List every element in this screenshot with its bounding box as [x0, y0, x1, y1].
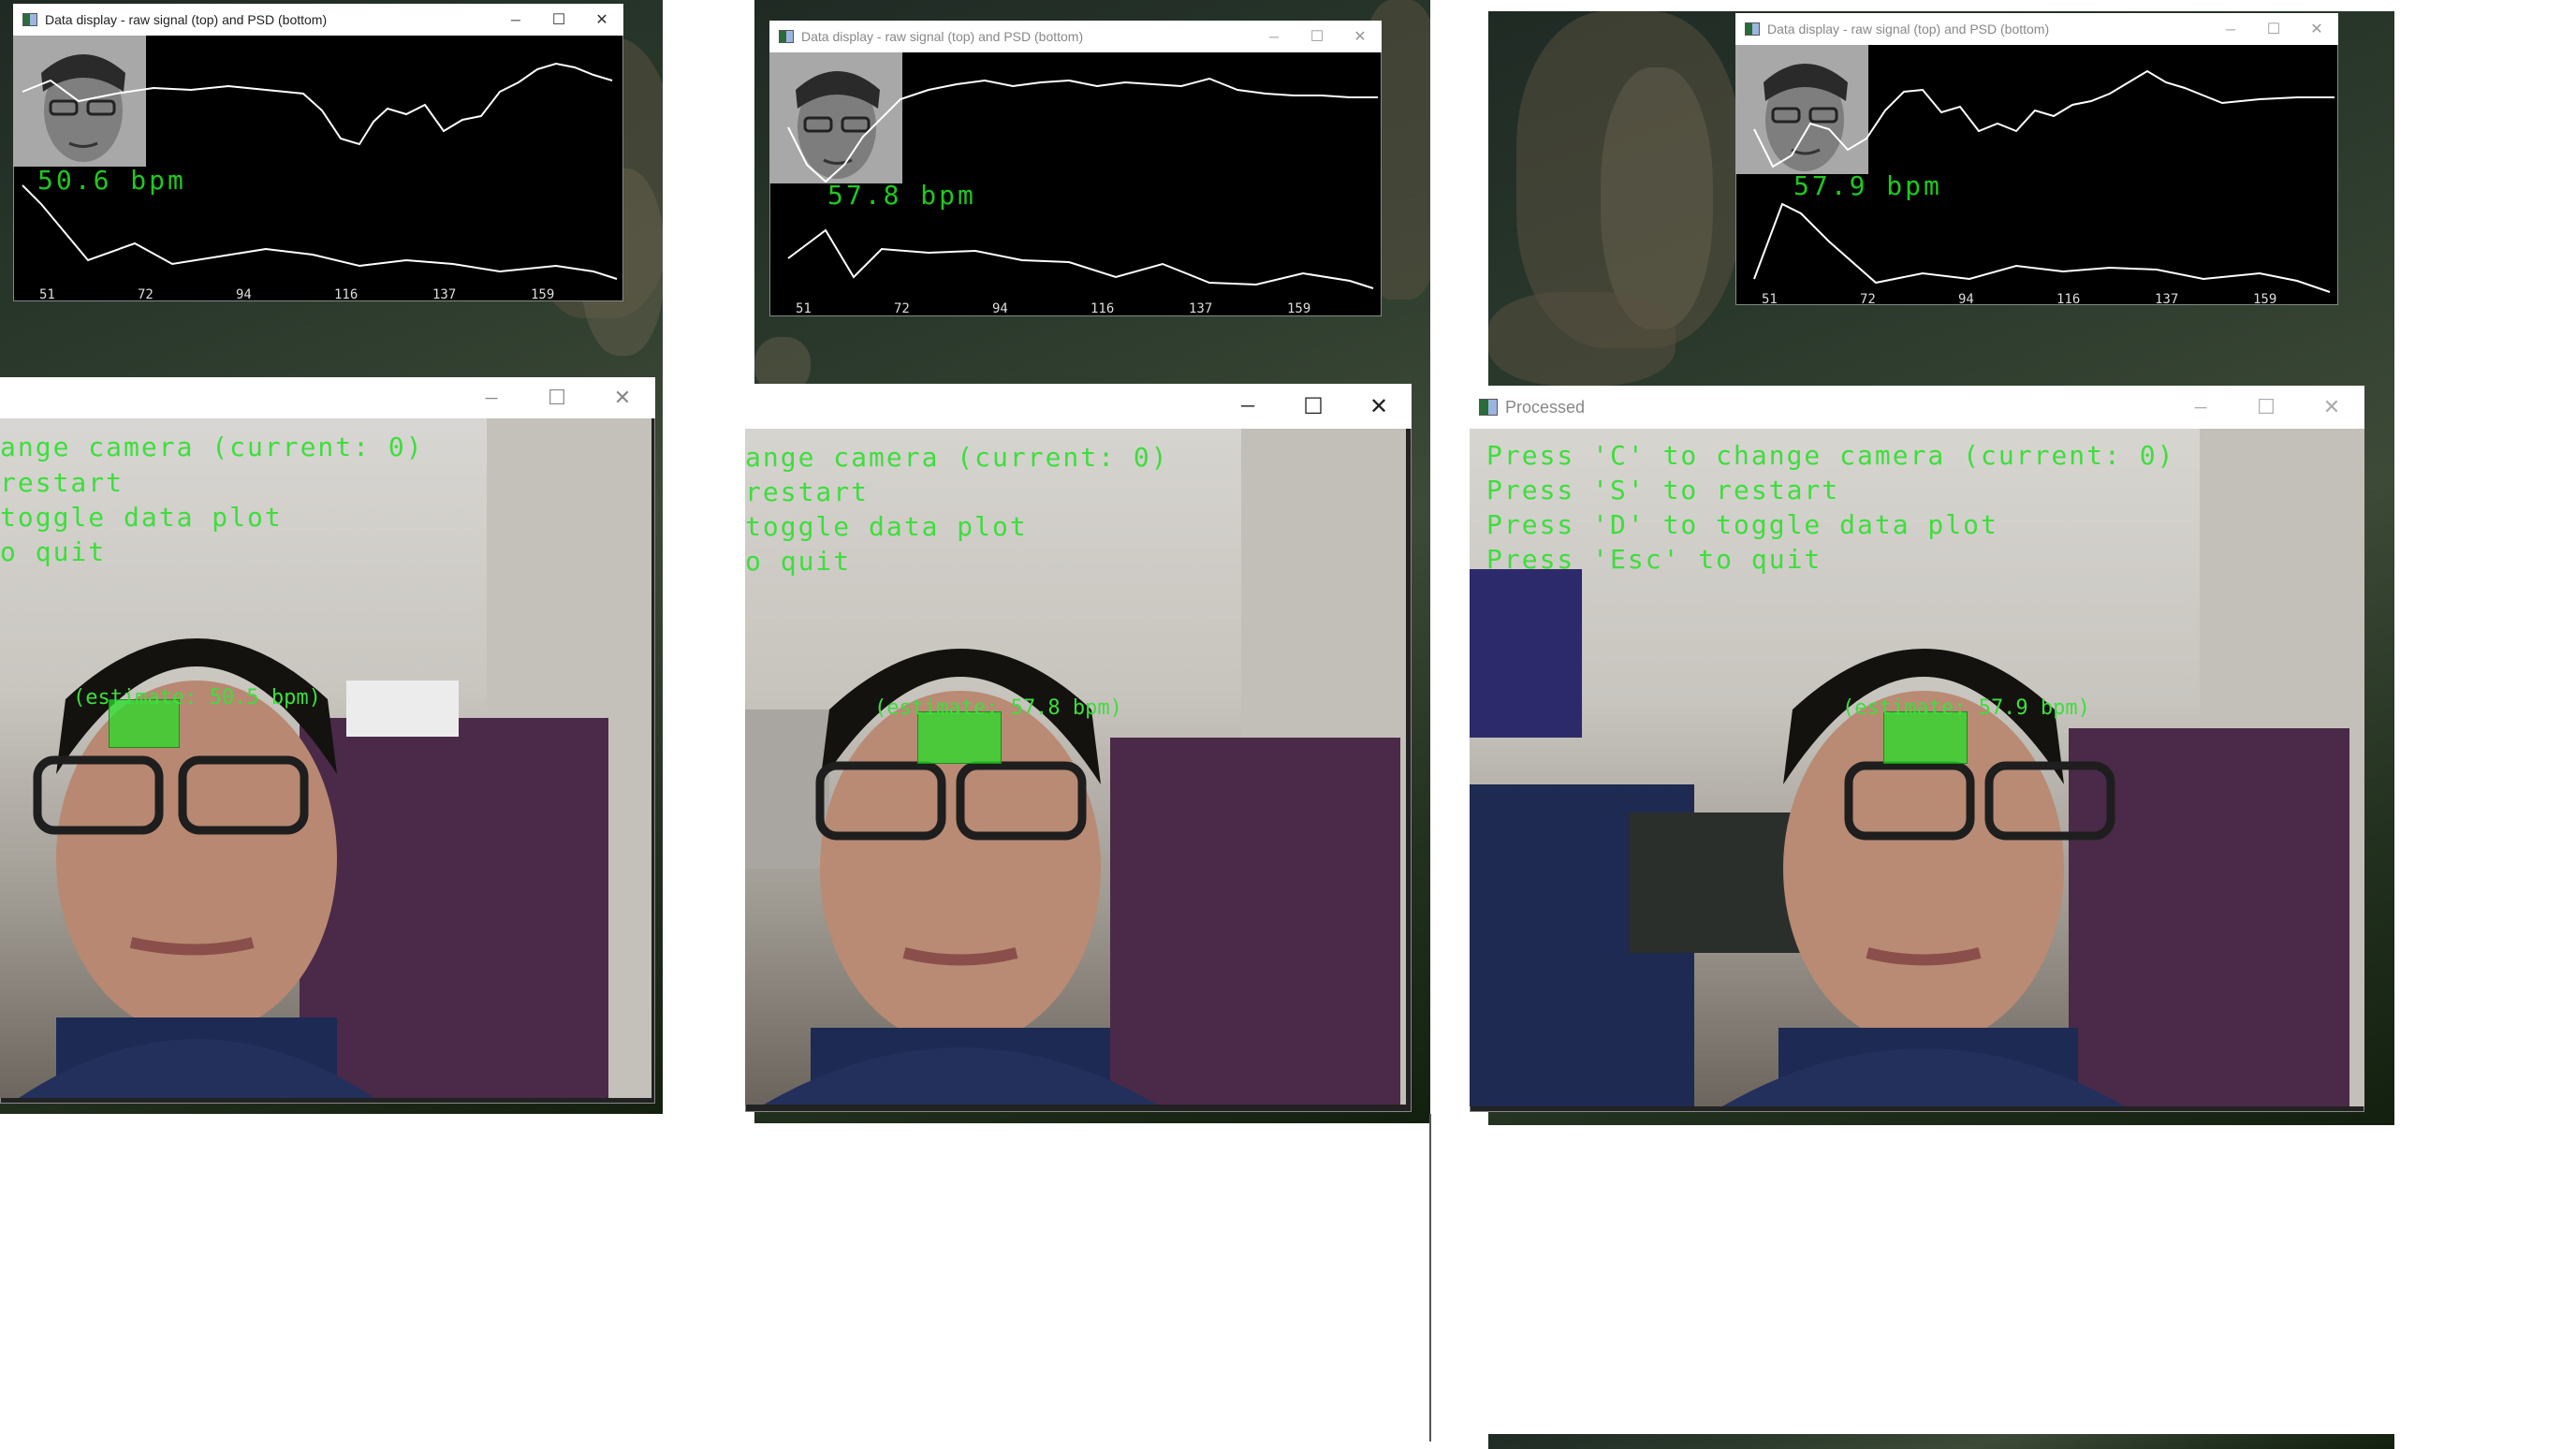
data-display-titlebar-1[interactable]: Data display - raw signal (top) and PSD … — [13, 4, 623, 36]
freq-tick: 72 — [894, 301, 910, 316]
freq-tick: 137 — [2155, 292, 2178, 305]
raw-signal-line — [22, 62, 613, 146]
freq-tick: 116 — [334, 287, 358, 301]
freq-tick: 137 — [432, 287, 456, 301]
close-icon[interactable]: ✕ — [580, 4, 623, 36]
processed-window-title: Processed — [1505, 397, 1586, 417]
freq-tick: 51 — [796, 301, 812, 316]
processed-titlebar-2[interactable]: ─ ☐ ✕ — [745, 384, 1412, 429]
processed-titlebar-3[interactable]: Processed ─ ☐ ✕ — [1470, 386, 2364, 429]
processed-window-3[interactable]: Processed ─ ☐ ✕ Press 'C' to change came… — [1470, 386, 2364, 1112]
app-icon — [1479, 399, 1498, 416]
minimize-icon[interactable]: ─ — [2168, 386, 2233, 429]
freq-tick: 159 — [2253, 292, 2276, 305]
camera-feed-2: ange camera (current: 0) restart toggle … — [745, 429, 1406, 1105]
freq-tick: 159 — [531, 287, 554, 301]
window-title: Data display - raw signal (top) and PSD … — [1767, 22, 2050, 37]
instruction-line: toggle data plot — [745, 511, 1028, 542]
instruction-line: o quit — [745, 546, 852, 577]
app-icon — [779, 30, 794, 43]
freq-tick: 72 — [1860, 292, 1876, 305]
processed-titlebar-1[interactable]: ─ ☐ ✕ — [0, 377, 655, 418]
psd-line — [787, 228, 1374, 289]
instruction-line: toggle data plot — [0, 502, 283, 533]
bpm-readout: 50.6 bpm — [37, 165, 186, 196]
freq-tick: 94 — [1958, 292, 1974, 305]
instruction-line: restart — [745, 476, 870, 507]
psd-line — [1753, 202, 2331, 293]
desktop-wallpaper-bottom — [1488, 1434, 2394, 1449]
freq-tick: 159 — [1287, 301, 1310, 316]
app-icon — [22, 13, 37, 26]
raw-signal-line — [1753, 69, 2334, 168]
close-icon[interactable]: ✕ — [2299, 386, 2364, 429]
freq-tick: 94 — [992, 301, 1008, 316]
minimize-icon[interactable]: ─ — [459, 377, 524, 418]
maximize-icon[interactable]: ☐ — [524, 377, 590, 418]
bpm-readout: 57.8 bpm — [827, 180, 976, 211]
psd-line — [22, 184, 618, 280]
instruction-line: ange camera (current: 0) — [745, 442, 1169, 473]
maximize-icon[interactable]: ☐ — [2233, 386, 2299, 429]
data-display-titlebar-2[interactable]: Data display - raw signal (top) and PSD … — [769, 21, 1382, 52]
close-icon[interactable]: ✕ — [1339, 21, 1382, 52]
instruction-line: restart — [0, 467, 124, 498]
maximize-icon[interactable]: ☐ — [1295, 21, 1339, 52]
maximize-icon[interactable]: ☐ — [1281, 384, 1346, 429]
freq-tick: 116 — [2056, 292, 2080, 305]
bpm-readout: 57.9 bpm — [1793, 170, 1942, 201]
instruction-line: Press 'D' to toggle data plot — [1486, 509, 1998, 540]
minimize-icon[interactable]: ─ — [494, 4, 537, 36]
freq-tick: 116 — [1090, 301, 1114, 316]
instruction-line: Press 'S' to restart — [1486, 475, 1840, 505]
maximize-icon[interactable]: ☐ — [2252, 13, 2295, 45]
raw-signal-line — [787, 77, 1378, 183]
freq-tick: 137 — [1189, 301, 1212, 316]
estimate-label: (estimate: 50.5 bpm) — [73, 686, 321, 710]
window-title: Data display - raw signal (top) and PSD … — [45, 12, 328, 27]
data-display-titlebar-3[interactable]: Data display - raw signal (top) and PSD … — [1735, 13, 2338, 45]
data-display-window-3[interactable]: Data display - raw signal (top) and PSD … — [1735, 13, 2338, 305]
minimize-icon[interactable]: ─ — [1215, 384, 1281, 429]
instruction-line: Press 'Esc' to quit — [1486, 544, 1822, 575]
estimate-label: (estimate: 57.8 bpm) — [874, 696, 1122, 720]
close-icon[interactable]: ✕ — [1346, 384, 1412, 429]
estimate-label: (estimate: 57.9 bpm) — [1842, 696, 2090, 720]
maximize-icon[interactable]: ☐ — [537, 4, 580, 36]
instruction-line: Press 'C' to change camera (current: 0) — [1486, 440, 2175, 471]
instruction-line: ange camera (current: 0) — [0, 432, 424, 462]
window-title: Data display - raw signal (top) and PSD … — [801, 29, 1084, 44]
minimize-icon[interactable]: ─ — [1252, 21, 1295, 52]
freq-tick: 94 — [236, 287, 252, 301]
freq-tick: 51 — [39, 287, 55, 301]
camera-feed-3: Press 'C' to change camera (current: 0) … — [1470, 429, 2364, 1106]
close-icon[interactable]: ✕ — [590, 377, 655, 418]
camera-feed-1: ange camera (current: 0) restart toggle … — [0, 418, 651, 1098]
data-display-window-1[interactable]: Data display - raw signal (top) and PSD … — [13, 4, 623, 301]
freq-tick: 72 — [138, 287, 154, 301]
processed-window-2[interactable]: ─ ☐ ✕ ange camera (current: 0) restart t… — [745, 384, 1412, 1112]
instruction-line: o quit — [0, 536, 107, 567]
app-icon — [1745, 22, 1760, 36]
processed-window-1[interactable]: ─ ☐ ✕ ange camera (current: 0) restart t… — [0, 377, 655, 1104]
freq-tick: 51 — [1762, 292, 1778, 305]
divider-line — [1429, 1114, 1431, 1442]
data-display-window-2[interactable]: Data display - raw signal (top) and PSD … — [769, 21, 1382, 316]
minimize-icon[interactable]: ─ — [2209, 13, 2252, 45]
close-icon[interactable]: ✕ — [2295, 13, 2338, 45]
